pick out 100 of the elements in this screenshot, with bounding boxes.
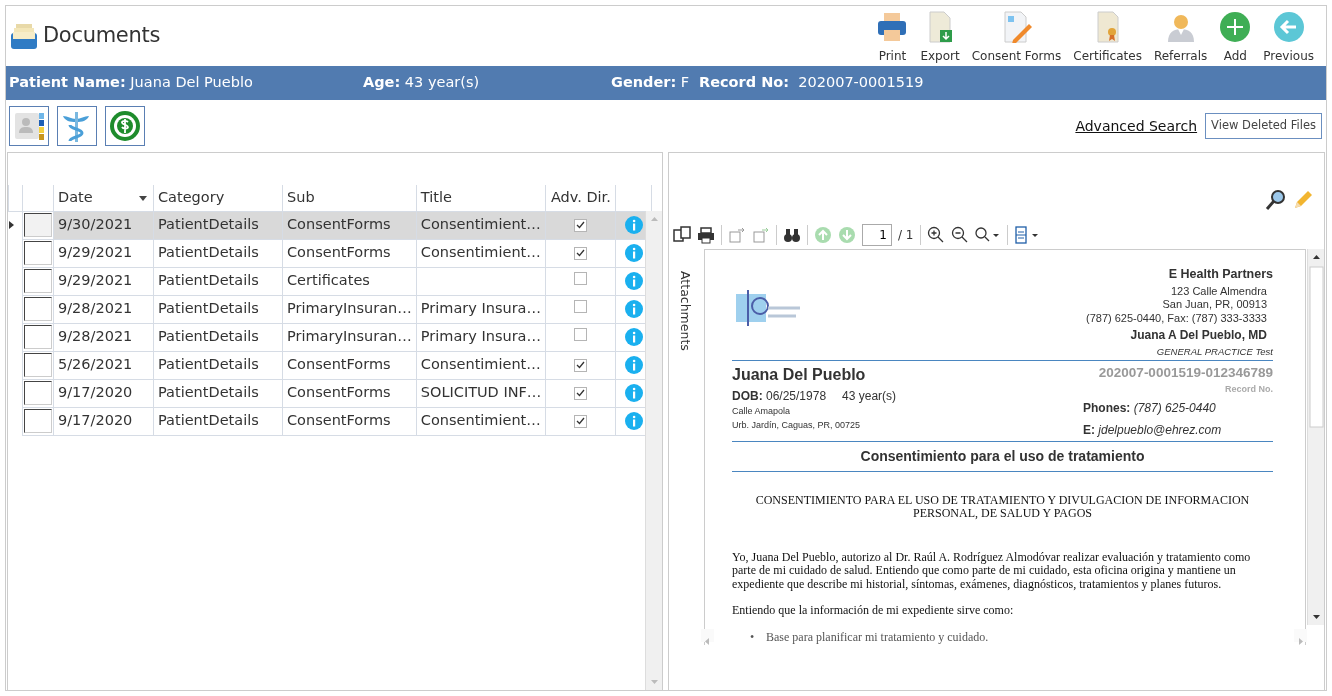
checkbox[interactable] [574,358,588,372]
checkbox[interactable] [574,218,588,232]
icon-button[interactable] [57,106,97,146]
toolbar-button[interactable]: Previous [1257,7,1320,65]
table-cell: PatientDetails [153,323,283,351]
patient-info: Gender: F [611,73,691,93]
table-row[interactable]: 9/29/2021 PatientDetails ConsentForms Consentimient… [8,239,652,267]
info-icon[interactable] [624,272,643,291]
table-cell: PatientDetails [153,211,283,239]
patient-age: 43 year(s) [842,388,897,405]
table-cell: 9/17/2020 [53,379,154,407]
table-cell: PatientDetails [153,407,283,435]
toolbar-button[interactable]: Add [1213,7,1258,65]
column-header[interactable]: Category [153,185,283,211]
address-line: (787) 625-0440, Fax: (787) 333-3333 [1086,311,1267,325]
info-icon[interactable] [624,356,643,375]
column-header[interactable]: Date [53,185,154,211]
table-cell: Consentimient… [416,211,546,239]
bullet: • [750,628,756,645]
down-icon [838,226,856,244]
scrollbar[interactable] [645,211,662,690]
info-icon[interactable] [624,328,643,347]
paragraph: Yo, Juana Del Pueblo, autorizo al Dr. Raúl A. Rodríguez Almodóvar realizar evaluación y tratamiento como parte de mi cuidado de salud. Entiendo que como parte de mi cuidado, esta oficina origina y mantiene un expediente que describe mi historial, síntomas, exámenes, diagnósticos, tratamientos y planes futuros. [732,550,1252,592]
row-select-box[interactable] [24,213,52,237]
info-icon[interactable] [624,412,643,431]
page-count: / 1 [898,227,914,244]
row-select-box[interactable] [24,269,52,293]
info-icon[interactable] [624,244,643,263]
checkbox[interactable] [574,272,588,286]
info-icon[interactable] [624,300,643,319]
row-select-box[interactable] [24,381,52,405]
table-cell: PatientDetails [153,295,283,323]
table-cell: Primary Insura… [416,295,546,323]
row-select-box[interactable] [24,325,52,349]
row-select-box[interactable] [24,409,52,433]
up-icon [814,226,832,244]
address-line: Urb. Jardín, Caguas, PR, 00725 [732,418,862,432]
table-row[interactable]: 9/28/2021 PatientDetails PrimaryInsuran… Primary Insura… [8,323,652,351]
table-cell: 9/28/2021 [53,323,154,351]
toolbar-button[interactable]: Certificates [1067,7,1148,65]
checkbox[interactable] [574,246,588,260]
printer-icon [876,11,909,43]
email: E: jdelpueblo@ehrez.com [1083,421,1223,439]
table-cell: Certificates [282,267,417,295]
view-deleted-files-button[interactable]: View Deleted Files [1205,113,1322,139]
icon-button[interactable] [105,106,145,146]
icon-button[interactable] [9,106,49,146]
document-heading: Consentimiento para el uso de tratamiento [859,446,1146,466]
table-cell: 5/26/2021 [53,351,154,379]
table-cell: PatientDetails [153,379,283,407]
table-cell: 9/30/2021 [53,211,154,239]
toolbar-button[interactable]: Print [870,7,915,65]
table-cell: PatientDetails [153,267,283,295]
table-row[interactable]: 9/30/2021 PatientDetails ConsentForms Consentimient… [8,211,652,239]
toolbar-button[interactable]: Export [914,7,966,65]
column-header[interactable]: Sub [282,185,417,211]
patient-info: Record No: 202007-0001519 [699,73,924,93]
checkbox[interactable] [574,414,588,428]
patient-info: Patient Name: Juana Del Pueblo [9,73,254,93]
table-row[interactable]: 9/17/2020 PatientDetails ConsentForms SOLICITUD INF… [8,379,652,407]
table-cell: 9/17/2020 [53,407,154,435]
checkbox[interactable] [574,328,588,342]
doctor-name: Juana A Del Pueblo, MD [1129,329,1267,343]
phones: Phones: (787) 625-0440 [1083,399,1217,417]
page-number-field[interactable]: 1 [862,224,892,246]
paragraph: Entiendo que la información de mi expediente sirve como: [732,604,1015,618]
advanced-search-link[interactable]: Advanced Search [1075,115,1198,137]
magnifier-icon [1264,188,1287,211]
patient-name: Juana Del Pueblo [732,365,867,385]
page-layout-icon [673,226,691,244]
table-cell: Consentimient… [416,407,546,435]
table-cell: PrimaryInsuran… [282,323,417,351]
column-header[interactable]: Title [416,185,546,211]
table-row[interactable]: 9/28/2021 PatientDetails PrimaryInsuran… Primary Insura… [8,295,652,323]
column-header[interactable]: Adv. Dir. [545,185,616,211]
table-cell: 9/28/2021 [53,295,154,323]
table-row[interactable]: 9/29/2021 PatientDetails Certificates [8,267,652,295]
checkbox[interactable] [574,386,588,400]
table-cell: Primary Insura… [416,323,546,351]
row-select-box[interactable] [24,353,52,377]
table-cell: PrimaryInsuran… [282,295,417,323]
toolbar-button[interactable]: Consent Forms [965,7,1068,65]
pencil-icon [1292,188,1314,211]
row-select-box[interactable] [24,297,52,321]
table-cell: ConsentForms [282,239,417,267]
table-cell: Consentimient… [416,351,546,379]
checkbox[interactable] [574,300,588,314]
table-cell: ConsentForms [282,211,417,239]
attachments-tab[interactable]: Attachments [675,271,694,351]
toolbar-button[interactable]: Referrals [1147,7,1214,65]
scrollbar[interactable] [1307,249,1324,625]
row-select-box[interactable] [24,241,52,265]
table-row[interactable]: 9/17/2020 PatientDetails ConsentForms Consentimient… [8,407,652,435]
table-row[interactable]: 5/26/2021 PatientDetails ConsentForms Consentimient… [8,351,652,379]
practice-name: E Health Partners [1167,268,1273,282]
info-icon[interactable] [624,384,643,403]
list-item: Base para planificar mi tratamiento y cuidado. [766,628,989,645]
table-cell: Consentimient… [416,239,546,267]
info-icon[interactable] [624,216,643,235]
table-cell: PatientDetails [153,239,283,267]
